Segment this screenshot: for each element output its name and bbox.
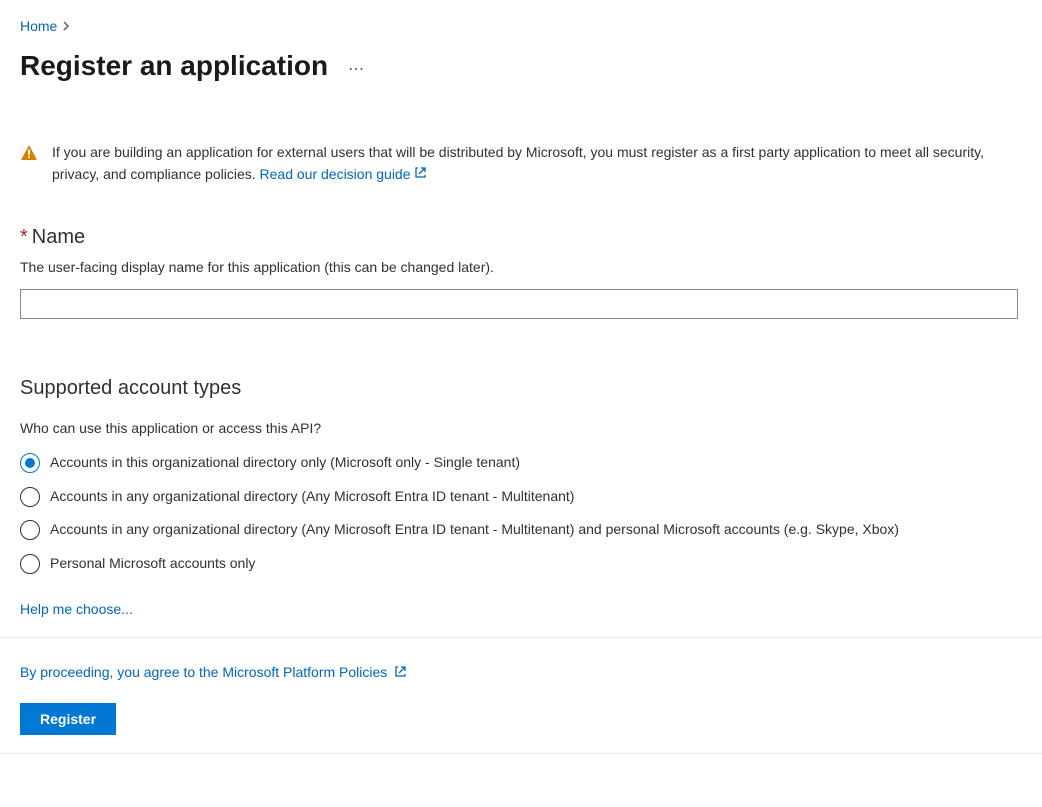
account-types-radio-group: Accounts in this organizational director…: [20, 452, 1022, 575]
radio-option-single-tenant[interactable]: Accounts in this organizational director…: [20, 452, 1022, 474]
page-header: Register an application ⋯: [20, 50, 1022, 82]
more-actions-button[interactable]: ⋯: [348, 53, 366, 79]
radio-option-multitenant[interactable]: Accounts in any organizational directory…: [20, 486, 1022, 508]
external-link-icon: [394, 665, 407, 681]
footer-section: By proceeding, you agree to the Microsof…: [20, 638, 1022, 753]
radio-label: Personal Microsoft accounts only: [50, 553, 255, 575]
radio-label: Accounts in this organizational director…: [50, 452, 520, 474]
external-link-icon: [414, 164, 427, 186]
radio-icon: [20, 520, 40, 540]
required-indicator: *: [20, 226, 28, 248]
name-field-description: The user-facing display name for this ap…: [20, 259, 1022, 275]
radio-option-multitenant-personal[interactable]: Accounts in any organizational directory…: [20, 519, 1022, 541]
register-button[interactable]: Register: [20, 703, 116, 735]
name-field-label: *Name: [20, 226, 1022, 249]
account-types-subheading: Who can use this application or access t…: [20, 420, 1022, 436]
name-input[interactable]: [20, 289, 1018, 319]
breadcrumb: Home: [20, 18, 1022, 34]
radio-label: Accounts in any organizational directory…: [50, 486, 574, 508]
info-banner-text: If you are building an application for e…: [52, 142, 1022, 186]
help-me-choose-link[interactable]: Help me choose...: [20, 601, 133, 617]
radio-icon: [20, 453, 40, 473]
info-banner-message: If you are building an application for e…: [52, 144, 984, 182]
breadcrumb-home-link[interactable]: Home: [20, 18, 57, 34]
chevron-right-icon: [63, 19, 71, 34]
account-types-heading: Supported account types: [20, 377, 1022, 400]
warning-icon: [20, 144, 38, 162]
radio-label: Accounts in any organizational directory…: [50, 519, 899, 541]
info-banner: If you are building an application for e…: [20, 142, 1022, 186]
radio-icon: [20, 487, 40, 507]
decision-guide-link[interactable]: Read our decision guide: [260, 166, 427, 182]
divider: [0, 753, 1042, 754]
radio-icon: [20, 554, 40, 574]
radio-option-personal-only[interactable]: Personal Microsoft accounts only: [20, 553, 1022, 575]
name-field-section: *Name The user-facing display name for t…: [20, 226, 1022, 319]
page-title: Register an application: [20, 50, 328, 82]
platform-policies-link[interactable]: By proceeding, you agree to the Microsof…: [20, 664, 407, 680]
